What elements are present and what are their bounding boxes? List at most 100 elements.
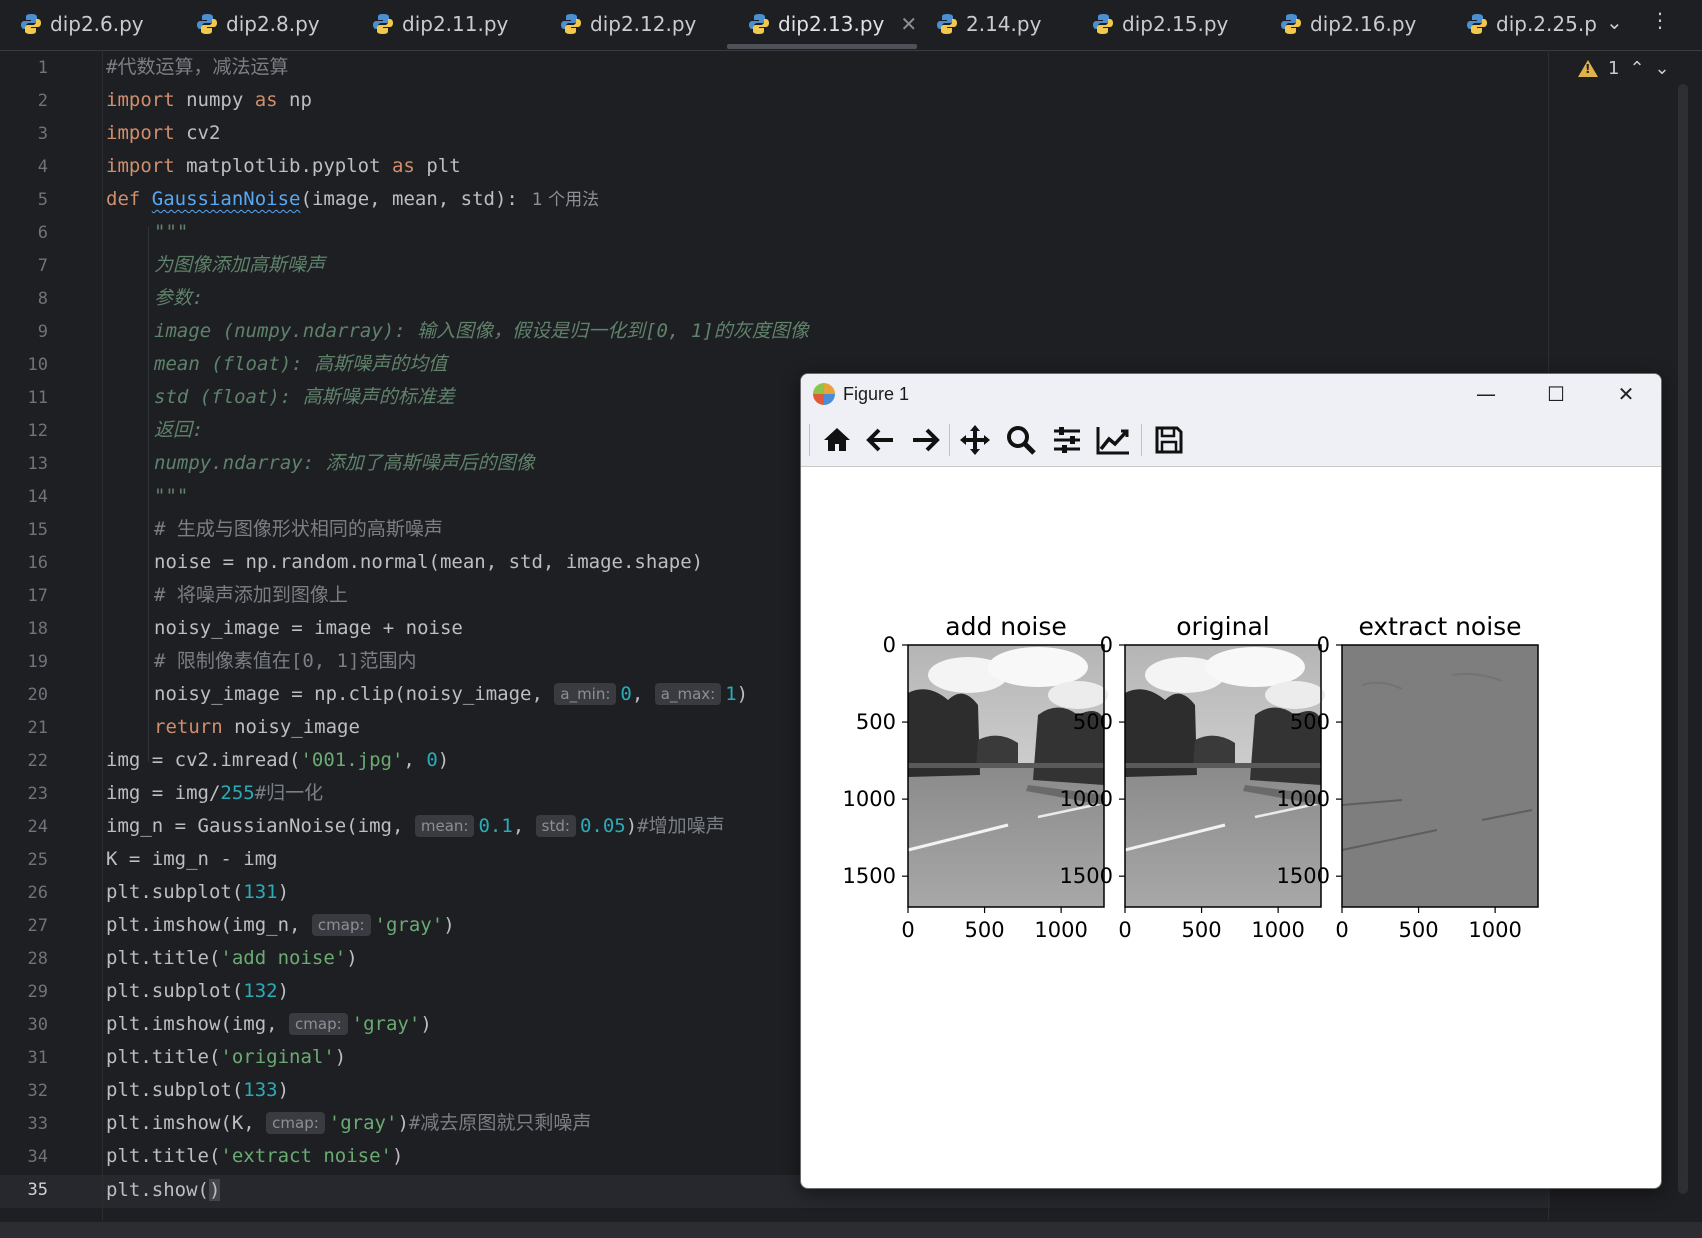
configure-subplots-icon[interactable] bbox=[1049, 422, 1085, 458]
edit-axis-icon[interactable] bbox=[1095, 422, 1131, 458]
code-line: 参数: bbox=[154, 287, 204, 309]
subplot-title: add noise bbox=[945, 612, 1067, 641]
warning-icon bbox=[1578, 60, 1598, 77]
more-options-icon[interactable]: ⋮ bbox=[1650, 8, 1670, 32]
x-tick-label: 0 bbox=[1118, 918, 1131, 942]
code-line: plt.imshow(K, cmap:'gray')#减去原图就只剩噪声 bbox=[106, 1112, 592, 1134]
code-line: import cv2 bbox=[106, 122, 221, 144]
subplot-title: extract noise bbox=[1358, 612, 1521, 641]
code-line: return noisy_image bbox=[154, 716, 360, 738]
tab-dip2-15[interactable]: dip2.15.py bbox=[1092, 0, 1228, 48]
line-number[interactable]: 6 bbox=[0, 223, 48, 243]
line-number[interactable]: 1 bbox=[0, 58, 48, 78]
code-line: plt.title('extract noise') bbox=[106, 1145, 404, 1167]
code-line: import numpy as np bbox=[106, 89, 312, 111]
line-number[interactable]: 7 bbox=[0, 256, 48, 276]
x-tick-label: 500 bbox=[1182, 918, 1222, 942]
usages-hint[interactable]: 1 个用法 bbox=[532, 190, 599, 210]
python-file-icon bbox=[1467, 14, 1487, 34]
line-number[interactable]: 11 bbox=[0, 388, 48, 408]
close-button[interactable]: ✕ bbox=[1591, 374, 1661, 414]
tab-dip2-8[interactable]: dip2.8.py bbox=[196, 0, 320, 48]
maximize-button[interactable]: ☐ bbox=[1521, 374, 1591, 414]
python-file-icon bbox=[21, 14, 41, 34]
y-tick-label: 1000 bbox=[1060, 787, 1113, 811]
line-number[interactable]: 25 bbox=[0, 850, 48, 870]
tab-2-14[interactable]: 2.14.py bbox=[936, 0, 1041, 48]
y-tick-label: 1500 bbox=[843, 864, 896, 888]
line-number[interactable]: 8 bbox=[0, 289, 48, 309]
inspection-widget[interactable]: 1 ⌃ ⌄ bbox=[1578, 58, 1670, 79]
line-number[interactable]: 28 bbox=[0, 949, 48, 969]
y-tick-label: 0 bbox=[1317, 633, 1330, 657]
line-number[interactable]: 32 bbox=[0, 1081, 48, 1101]
line-number[interactable]: 27 bbox=[0, 916, 48, 936]
line-number-gutter: 1 2 3 4 5 6 7 8 9 10 11 12 13 14 15 16 17 18 19 20 21 22 23 24 2… bbox=[0, 50, 100, 1238]
line-number[interactable]: 19 bbox=[0, 652, 48, 672]
toolbar-separator bbox=[949, 424, 950, 456]
code-line: """ bbox=[154, 221, 189, 243]
tab-dip2-11[interactable]: dip2.11.py bbox=[372, 0, 508, 48]
code-line: plt.imshow(img_n, cmap:'gray') bbox=[106, 914, 455, 936]
vertical-scrollbar[interactable] bbox=[1678, 84, 1688, 1194]
line-number[interactable]: 13 bbox=[0, 454, 48, 474]
line-number[interactable]: 30 bbox=[0, 1015, 48, 1035]
line-number[interactable]: 10 bbox=[0, 355, 48, 375]
param-hint: cmap: bbox=[266, 1112, 325, 1134]
line-number[interactable]: 17 bbox=[0, 586, 48, 606]
python-file-icon bbox=[749, 14, 769, 34]
line-number[interactable]: 21 bbox=[0, 718, 48, 738]
tab-dip-2-25[interactable]: dip.2.25.p bbox=[1466, 0, 1616, 48]
code-line: plt.subplot(132) bbox=[106, 980, 290, 1002]
code-line: mean (float): 高斯噪声的均值 bbox=[154, 353, 448, 375]
tab-dip2-16[interactable]: dip2.16.py bbox=[1280, 0, 1416, 48]
horizontal-scrollbar[interactable] bbox=[0, 1222, 1702, 1238]
zoom-icon[interactable] bbox=[1003, 422, 1039, 458]
param-hint: cmap: bbox=[311, 914, 371, 936]
save-icon[interactable] bbox=[1151, 422, 1187, 458]
chevron-down-icon[interactable]: ⌄ bbox=[1606, 10, 1623, 34]
line-number[interactable]: 26 bbox=[0, 883, 48, 903]
line-number[interactable]: 20 bbox=[0, 685, 48, 705]
line-number[interactable]: 34 bbox=[0, 1147, 48, 1167]
line-number[interactable]: 14 bbox=[0, 487, 48, 507]
line-number[interactable]: 22 bbox=[0, 751, 48, 771]
tab-dip2-12[interactable]: dip2.12.py bbox=[560, 0, 696, 48]
minimize-button[interactable]: — bbox=[1451, 374, 1521, 414]
tab-dip2-6[interactable]: dip2.6.py bbox=[20, 0, 144, 48]
matplotlib-figure-window[interactable]: Figure 1 — ☐ ✕ add noise 0 500 1000 0 50… bbox=[800, 373, 1662, 1189]
code-line: K = img_n - img bbox=[106, 848, 278, 870]
line-number[interactable]: 18 bbox=[0, 619, 48, 639]
forward-icon[interactable] bbox=[907, 422, 943, 458]
line-number[interactable]: 33 bbox=[0, 1114, 48, 1134]
line-number[interactable]: 4 bbox=[0, 157, 48, 177]
line-number[interactable]: 12 bbox=[0, 421, 48, 441]
line-number[interactable]: 3 bbox=[0, 124, 48, 144]
back-icon[interactable] bbox=[863, 422, 899, 458]
y-tick-label: 0 bbox=[883, 633, 896, 657]
figure-canvas[interactable]: add noise 0 500 1000 0 500 1000 1500 original 0 50… bbox=[801, 467, 1659, 1187]
line-number[interactable]: 35 bbox=[0, 1180, 48, 1200]
line-number[interactable]: 16 bbox=[0, 553, 48, 573]
y-tick-label: 1000 bbox=[843, 787, 896, 811]
pan-icon[interactable] bbox=[957, 422, 993, 458]
code-line: img_n = GaussianNoise(img, mean: 0.1, std… bbox=[106, 815, 725, 837]
code-line: plt.subplot(131) bbox=[106, 881, 290, 903]
home-icon[interactable] bbox=[819, 422, 855, 458]
chevron-down-icon[interactable]: ⌄ bbox=[1655, 58, 1670, 79]
line-number[interactable]: 29 bbox=[0, 982, 48, 1002]
line-number[interactable]: 2 bbox=[0, 91, 48, 111]
line-number[interactable]: 31 bbox=[0, 1048, 48, 1068]
line-number[interactable]: 24 bbox=[0, 817, 48, 837]
tab-label: dip2.15.py bbox=[1122, 12, 1229, 36]
line-number[interactable]: 15 bbox=[0, 520, 48, 540]
figure-titlebar[interactable]: Figure 1 — ☐ ✕ bbox=[801, 374, 1661, 414]
line-number[interactable]: 5 bbox=[0, 190, 48, 210]
chevron-up-icon[interactable]: ⌃ bbox=[1629, 58, 1644, 79]
line-number[interactable]: 9 bbox=[0, 322, 48, 342]
y-tick-label: 0 bbox=[1100, 633, 1113, 657]
close-icon[interactable]: ✕ bbox=[900, 12, 917, 36]
line-number[interactable]: 23 bbox=[0, 784, 48, 804]
warning-count: 1 bbox=[1608, 58, 1620, 79]
tab-dip2-13[interactable]: dip2.13.py ✕ bbox=[748, 0, 917, 48]
